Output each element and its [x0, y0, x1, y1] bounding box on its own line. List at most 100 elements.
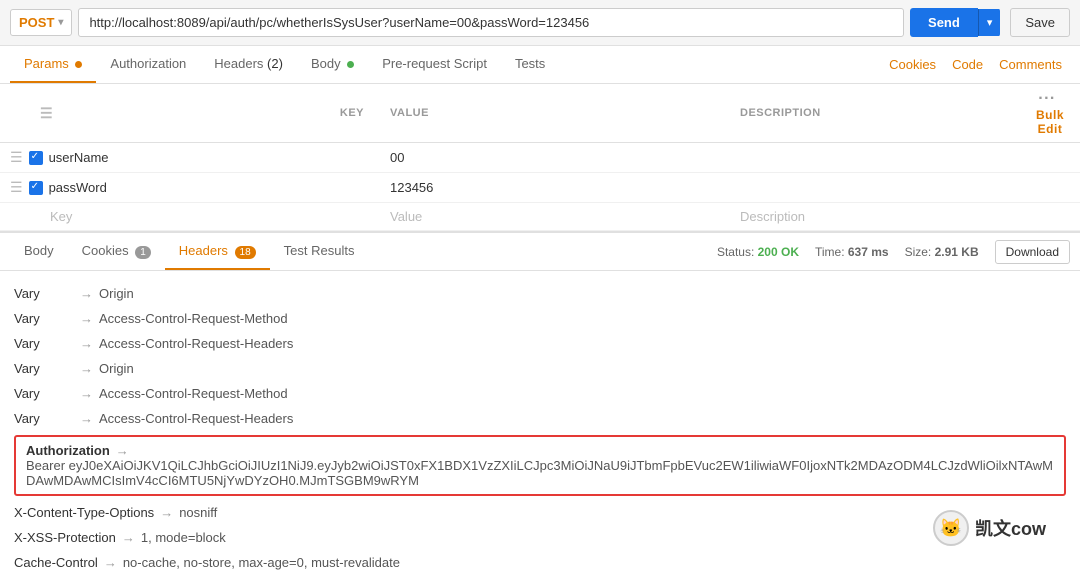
tab-response-body[interactable]: Body: [10, 233, 68, 270]
value-cell-1[interactable]: 00: [380, 143, 730, 173]
watermark-icon: 🐱: [933, 510, 969, 546]
status-code: 200 OK: [758, 245, 799, 259]
table-row-empty: Key Value Description: [0, 203, 1080, 231]
watermark-text: 凯文cow: [975, 515, 1046, 541]
arrow-icon: →: [116, 443, 129, 458]
send-button[interactable]: Send: [910, 8, 978, 37]
header-value: 1, mode=block: [141, 530, 226, 545]
response-content: Vary → Origin Vary → Access-Control-Requ…: [0, 271, 1080, 585]
header-value: Access-Control-Request-Headers: [99, 336, 293, 351]
response-section: Body Cookies 1 Headers 18 Test Results S…: [0, 231, 1080, 585]
more-icon[interactable]: ···: [1038, 90, 1055, 107]
status-label: Status: 200 OK: [717, 245, 799, 259]
header-key: X-Content-Type-Options: [14, 505, 154, 520]
value-cell-2[interactable]: 123456: [380, 173, 730, 203]
header-line-5: Vary → Access-Control-Request-Method: [14, 381, 1066, 406]
send-dropdown-button[interactable]: ▾: [978, 9, 1001, 36]
header-value: Access-Control-Request-Headers: [99, 411, 293, 426]
comments-link[interactable]: Comments: [991, 47, 1070, 82]
body-dot: [347, 61, 354, 68]
header-key: Vary: [14, 411, 74, 426]
arrow-icon: →: [160, 505, 173, 520]
header-line-1: Vary → Origin: [14, 281, 1066, 306]
download-button[interactable]: Download: [995, 240, 1070, 264]
header-key: Vary: [14, 286, 74, 301]
drag-icon: ☰: [10, 149, 23, 166]
header-line-3: Vary → Access-Control-Request-Headers: [14, 331, 1066, 356]
header-line-2: Vary → Access-Control-Request-Method: [14, 306, 1066, 331]
auth-value-label: Bearer eyJ0eXAiOiJKV1QiLCJhbGciOiJIUzI1N…: [26, 458, 1054, 488]
time-value: 637 ms: [848, 245, 889, 259]
header-line-6: Vary → Access-Control-Request-Headers: [14, 406, 1066, 431]
drag-handle-icon: ☰: [40, 105, 53, 122]
header-line-xxss: X-XSS-Protection → 1, mode=block: [14, 525, 913, 550]
tab-response-cookies[interactable]: Cookies 1: [68, 233, 165, 270]
header-key: X-XSS-Protection: [14, 530, 116, 545]
tab-pre-request[interactable]: Pre-request Script: [368, 46, 501, 83]
header-key: Vary: [14, 361, 74, 376]
header-value: Origin: [99, 361, 134, 376]
arrow-icon: →: [80, 286, 93, 301]
arrow-icon: →: [80, 411, 93, 426]
desc-cell-2[interactable]: [730, 173, 1020, 203]
arrow-icon: →: [80, 311, 93, 326]
auth-header-box: Authorization → Bearer eyJ0eXAiOiJKV1QiL…: [14, 435, 1066, 496]
tab-tests[interactable]: Tests: [501, 46, 559, 83]
header-value: nosniff: [179, 505, 217, 520]
table-row: ☰ userName 00: [0, 143, 1080, 173]
value-placeholder[interactable]: Value: [390, 209, 422, 224]
tab-body[interactable]: Body: [297, 46, 368, 83]
watermark: 🐱 凯文cow: [913, 500, 1066, 556]
url-input[interactable]: [78, 8, 904, 37]
value-column-header: VALUE: [380, 84, 730, 143]
arrow-icon: →: [122, 530, 135, 545]
header-value: no-cache, no-store, max-age=0, must-reva…: [123, 555, 400, 570]
params-dot: [75, 61, 82, 68]
actions-column-header: ··· Bulk Edit: [1020, 84, 1080, 143]
tab-authorization[interactable]: Authorization: [96, 46, 200, 83]
header-value: Access-Control-Request-Method: [99, 311, 288, 326]
arrow-icon: →: [80, 336, 93, 351]
drag-icon: ☰: [10, 179, 23, 196]
params-table-container: ☰ KEY VALUE DESCRIPTION ··· Bulk Edit ☰: [0, 84, 1080, 231]
description-column-header: DESCRIPTION: [730, 84, 1020, 143]
chevron-down-icon: ▾: [58, 17, 63, 28]
key-cell-2[interactable]: passWord: [49, 180, 107, 195]
tab-params[interactable]: Params: [10, 46, 96, 83]
header-value: Origin: [99, 286, 134, 301]
table-row: ☰ passWord 123456: [0, 173, 1080, 203]
key-cell-1[interactable]: userName: [49, 150, 109, 165]
key-placeholder[interactable]: Key: [50, 209, 72, 224]
header-key: Vary: [14, 311, 74, 326]
save-button[interactable]: Save: [1010, 8, 1070, 37]
tab-response-headers[interactable]: Headers 18: [165, 233, 270, 270]
header-key: Cache-Control: [14, 555, 98, 570]
code-link[interactable]: Code: [944, 47, 991, 82]
arrow-icon: →: [80, 386, 93, 401]
bulk-edit-button[interactable]: Bulk Edit: [1036, 108, 1064, 136]
header-value: Access-Control-Request-Method: [99, 386, 288, 401]
size-label: Size: 2.91 KB: [905, 245, 979, 259]
row2-checkbox[interactable]: [29, 181, 43, 195]
header-key: Vary: [14, 336, 74, 351]
key-column-header: KEY: [340, 107, 364, 119]
row1-checkbox[interactable]: [29, 151, 43, 165]
arrow-icon: →: [80, 361, 93, 376]
time-label: Time: 637 ms: [815, 245, 889, 259]
method-selector[interactable]: POST ▾: [10, 9, 72, 36]
tab-headers[interactable]: Headers (2): [200, 46, 297, 83]
response-tabs: Body Cookies 1 Headers 18 Test Results S…: [0, 233, 1080, 271]
header-line-xcto: X-Content-Type-Options → nosniff: [14, 500, 913, 525]
request-tabs: Params Authorization Headers (2) Body Pr…: [0, 46, 1080, 84]
send-button-group: Send ▾: [910, 8, 1000, 37]
header-key: Vary: [14, 386, 74, 401]
cookies-link[interactable]: Cookies: [881, 47, 944, 82]
size-value: 2.91 KB: [935, 245, 979, 259]
arrow-icon: →: [104, 555, 117, 570]
desc-cell-1[interactable]: [730, 143, 1020, 173]
tab-response-test-results[interactable]: Test Results: [270, 233, 369, 270]
auth-key-label: Authorization: [26, 443, 110, 458]
status-info: Status: 200 OK Time: 637 ms Size: 2.91 K…: [717, 240, 1070, 264]
top-bar: POST ▾ Send ▾ Save: [0, 0, 1080, 46]
desc-placeholder[interactable]: Description: [740, 209, 805, 224]
